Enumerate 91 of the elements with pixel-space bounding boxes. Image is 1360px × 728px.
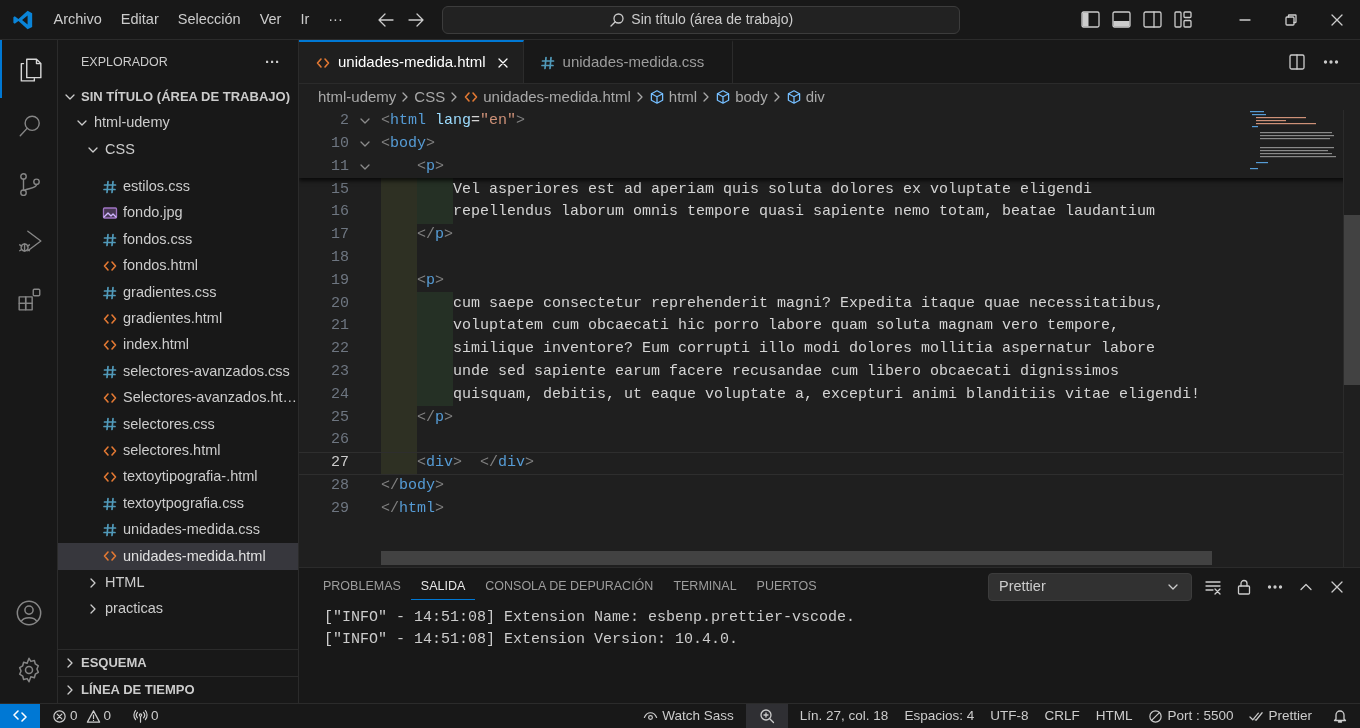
code-line: repellendus laborum omnis tempore quasi sapiente nemo totam, beatae laudantium (453, 202, 1156, 223)
status-item[interactable]: Prettier (1241, 704, 1320, 728)
file-item[interactable]: selectores-avanzados.css (58, 358, 298, 385)
menu-item[interactable]: Selección (168, 3, 251, 36)
file-item[interactable]: fondo.jpg (58, 200, 298, 227)
file-item[interactable]: estilos.css (58, 173, 298, 201)
file-item[interactable]: unidades-medida.html (58, 543, 298, 570)
menu-item[interactable]: Ir (290, 3, 319, 36)
line-number: 2 (339, 111, 349, 132)
status-item[interactable]: Port : 5500 (1140, 704, 1242, 728)
status-item[interactable]: UTF-8 (982, 704, 1037, 728)
line-number: 11 (330, 156, 349, 177)
breadcrumb-item[interactable]: CSS (414, 85, 446, 109)
file-item[interactable]: index.html (58, 332, 298, 359)
panel-tab[interactable]: CONSOLA DE DEPURACIÓN (475, 574, 664, 600)
code-line: </body> (381, 475, 445, 496)
breadcrumb-item[interactable]: body (715, 85, 768, 109)
menu-item[interactable]: Editar (111, 3, 169, 36)
file-item[interactable]: selectores.html (58, 437, 298, 465)
file-item[interactable]: fondos.html (58, 252, 298, 280)
folder-item[interactable]: HTML (58, 569, 298, 597)
code-line: <body> (381, 133, 436, 154)
code-line: </p> (417, 407, 454, 428)
code-line: similique inventore? Eum corrupti illo modi dolores mollitia aspernatur labore (453, 339, 1156, 360)
folder-item[interactable]: CSS (58, 136, 298, 163)
code-line: unde sed sapiente earum facere recusandae cum libero obcaecati dignissimos (453, 361, 1120, 382)
status-item[interactable]: Lín. 27, col. 18 (791, 704, 897, 728)
file-item[interactable]: gradientes.html (58, 305, 298, 333)
file-item[interactable]: gradientes.css (58, 279, 298, 306)
command-search-field[interactable]: Sin título (área de trabajo) (442, 5, 961, 34)
line-number: 29 (330, 498, 349, 519)
menu-item[interactable]: Ver (250, 3, 291, 36)
folder-item[interactable]: practicas (58, 596, 298, 623)
line-number: 17 (330, 225, 349, 246)
panel-tab[interactable]: TERMINAL (663, 574, 747, 600)
line-number: 26 (330, 430, 349, 451)
line-number: 15 (330, 179, 349, 200)
code-line: <p> (417, 270, 445, 291)
code-line: <p> (417, 156, 445, 177)
section-header[interactable]: ESQUEMA (58, 649, 298, 676)
panel-tab[interactable]: PROBLEMAS (313, 574, 411, 600)
code-line: <html lang="en"> (381, 111, 526, 132)
panel-tab[interactable]: SALIDA (410, 574, 476, 600)
panel-tab[interactable]: PUERTOS (746, 574, 827, 600)
file-item[interactable]: unidades-medida.css (58, 516, 298, 544)
status-item[interactable]: Watch Sass (635, 704, 742, 728)
section-header[interactable]: SIN TÍTULO (ÁREA DE TRABAJO) (58, 84, 298, 110)
line-number: 28 (330, 475, 349, 496)
line-number: 20 (330, 293, 349, 314)
menu-item[interactable]: ··· (318, 3, 353, 36)
output-line: ["INFO" - 14:51:08] Extension Name: esbenp.prettier-vscode. (324, 608, 857, 628)
menu-item[interactable]: Archivo (44, 3, 112, 36)
file-item[interactable]: textoytipografia-.html (58, 464, 298, 491)
line-number: 25 (330, 407, 349, 428)
status-item[interactable]: CRLF (1036, 704, 1088, 728)
code-line: voluptatem cum obcaecati hic porro labore quam soluta magnam vero tempore, (453, 316, 1120, 337)
code-line: quisquam, debitis, ut eaque voluptate a, excepturi animi blanditiis vitae eligendi! (453, 384, 1201, 405)
sidebar-title: EXPLORADOR (81, 53, 169, 71)
folder-item[interactable]: html-udemy (58, 110, 298, 137)
file-item[interactable]: Selectores-avanzados.ht… (58, 384, 298, 412)
line-number: 16 (330, 202, 349, 223)
breadcrumb-item[interactable]: div (785, 85, 825, 109)
more-actions-button[interactable]: ··· (265, 50, 280, 74)
line-number: 27 (330, 453, 349, 474)
ports-status[interactable]: 0 (131, 705, 161, 727)
line-number: 10 (330, 133, 349, 154)
breadcrumb-item[interactable]: html (648, 85, 698, 109)
file-item[interactable]: textoytpografia.css (58, 490, 298, 517)
line-number: 23 (330, 361, 349, 382)
code-line: <div> </div> (417, 453, 535, 474)
code-line: cum saepe consectetur reprehenderit magni? Expedita itaque quae necessitatibus, (453, 293, 1165, 314)
breadcrumb-item[interactable]: html-udemy (318, 85, 397, 109)
file-item[interactable]: fondos.css (58, 226, 298, 253)
editor-tab[interactable]: unidades-medida.html (299, 40, 524, 83)
status-item[interactable]: Espacios: 4 (896, 704, 983, 728)
line-number: 24 (330, 384, 349, 405)
section-header[interactable]: LÍNEA DE TIEMPO (58, 676, 298, 703)
output-line: ["INFO" - 14:51:08] Extension Version: 10.4.0. (324, 630, 740, 650)
file-item[interactable]: selectores.css (58, 411, 298, 438)
line-number: 19 (330, 270, 349, 291)
status-item[interactable]: HTML (1087, 704, 1141, 728)
breadcrumb-item[interactable]: unidades-medida.html (463, 85, 631, 109)
code-line: Vel asperiores est ad aperiam quis soluta dolores ex voluptate eligendi (453, 179, 1093, 200)
code-line: </p> (417, 225, 454, 246)
line-number: 21 (330, 316, 349, 337)
problems-status[interactable]: 0 (83, 705, 114, 727)
line-number: 22 (330, 339, 349, 360)
line-number: 18 (330, 247, 349, 268)
problems-status[interactable]: 0 (50, 705, 80, 727)
output-channel-dropdown[interactable]: Prettier (988, 573, 1192, 601)
code-line: </html> (381, 498, 445, 519)
